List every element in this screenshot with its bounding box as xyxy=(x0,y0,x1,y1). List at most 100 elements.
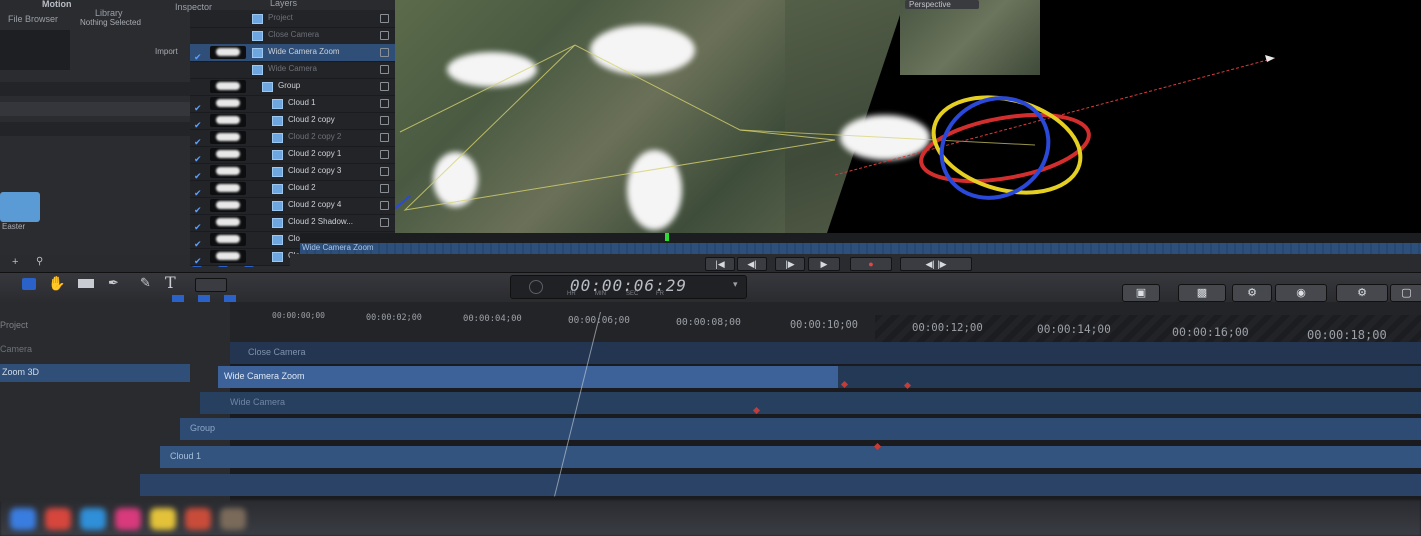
pen-tool-icon[interactable]: ✒ xyxy=(108,275,119,291)
layer-row[interactable]: Cloud 2 copy 3 xyxy=(190,163,395,181)
layer-visibility-checkbox[interactable] xyxy=(194,166,203,175)
layer-visibility-checkbox[interactable] xyxy=(194,183,203,192)
layer-visibility-checkbox[interactable] xyxy=(194,132,203,141)
layer-row[interactable]: Wide Camera Zoom xyxy=(190,44,395,62)
layout-button[interactable]: ▢ xyxy=(1390,284,1421,302)
mask-tool-icon[interactable] xyxy=(195,278,227,292)
layer-row[interactable]: Group xyxy=(190,78,395,96)
lock-icon[interactable] xyxy=(380,218,389,227)
app-menu[interactable]: Motion xyxy=(42,0,72,9)
track-wide-camera-zoom-tail[interactable] xyxy=(838,366,1421,388)
camera-button[interactable]: ▩ xyxy=(1178,284,1226,302)
dock-app-icon[interactable] xyxy=(115,508,141,530)
lock-icon[interactable] xyxy=(380,116,389,125)
layer-visibility-checkbox[interactable] xyxy=(194,217,203,226)
track-close-camera[interactable]: Close Camera xyxy=(230,342,1421,364)
camera-gizmo[interactable] xyxy=(395,0,1421,233)
step-back-button[interactable]: ◀| xyxy=(737,257,767,271)
lock-icon[interactable] xyxy=(380,99,389,108)
layer-visibility-checkbox[interactable] xyxy=(194,13,203,22)
tab-library[interactable]: Library xyxy=(95,8,123,18)
dock-app-icon[interactable] xyxy=(10,508,36,530)
track-group[interactable]: Group xyxy=(180,418,1421,440)
track-wide-camera-zoom[interactable]: Wide Camera Zoom xyxy=(218,366,838,388)
text-tool-icon[interactable]: T xyxy=(165,273,176,292)
lock-icon[interactable] xyxy=(380,48,389,57)
track-list-row[interactable]: Camera xyxy=(0,344,32,354)
add-icon[interactable]: + xyxy=(12,256,18,268)
lock-icon[interactable] xyxy=(380,133,389,142)
layer-row[interactable]: Cloud 2 Shadow... xyxy=(190,214,395,232)
dock-app-icon[interactable] xyxy=(185,508,211,530)
layer-visibility-checkbox[interactable] xyxy=(194,115,203,124)
layer-visibility-checkbox[interactable] xyxy=(194,200,203,209)
cloud-thumbnail-shape xyxy=(216,184,240,192)
lock-icon[interactable] xyxy=(380,167,389,176)
dock-app-icon[interactable] xyxy=(45,508,71,530)
layer-visibility-checkbox[interactable] xyxy=(194,64,203,73)
paint-tool-icon[interactable]: ✎ xyxy=(140,275,151,291)
layer-visibility-checkbox[interactable] xyxy=(194,47,203,56)
layer-visibility-checkbox[interactable] xyxy=(194,234,203,243)
library-list-row[interactable] xyxy=(0,122,190,136)
loop-controls[interactable]: ◀| |▶ xyxy=(900,257,972,271)
settings-gear-button[interactable]: ⚙ xyxy=(1336,284,1388,302)
tab-layers[interactable]: Layers xyxy=(270,0,297,8)
import-button[interactable]: Import xyxy=(155,47,178,56)
library-list-row[interactable] xyxy=(0,82,190,96)
lock-icon[interactable] xyxy=(380,65,389,74)
view-menu[interactable]: Perspective xyxy=(905,0,979,9)
clip-bar[interactable] xyxy=(300,243,1421,254)
dock-app-icon[interactable] xyxy=(150,508,176,530)
layer-row[interactable]: Cloud 2 copy 4 xyxy=(190,197,395,215)
track-wide-camera[interactable]: Wide Camera xyxy=(200,392,1421,414)
track-list-row[interactable]: Project xyxy=(0,320,28,330)
layer-row[interactable]: Cloud 2 copy 1 xyxy=(190,146,395,164)
hand-tool-icon[interactable]: ✋ xyxy=(48,275,65,292)
layer-row[interactable]: Cloud 2 xyxy=(190,180,395,198)
select-tool-icon[interactable] xyxy=(22,278,36,290)
layer-visibility-checkbox[interactable] xyxy=(194,98,203,107)
mini-timeline[interactable] xyxy=(300,233,1421,243)
lock-icon[interactable] xyxy=(380,201,389,210)
layer-visibility-checkbox[interactable] xyxy=(194,149,203,158)
timeline-track-list: Project Camera Zoom 3D xyxy=(0,302,230,502)
library-list-row[interactable] xyxy=(0,102,190,116)
playhead-marker[interactable] xyxy=(665,233,669,241)
shape-tool-icon[interactable] xyxy=(78,279,94,288)
layer-row[interactable]: Wide Camera xyxy=(190,61,395,79)
layer-row[interactable]: Project xyxy=(190,10,395,28)
track-row[interactable] xyxy=(140,474,1421,496)
canvas-viewer[interactable]: Perspective xyxy=(395,0,1421,233)
layer-row[interactable]: Cloud 1 xyxy=(190,95,395,113)
lock-icon[interactable] xyxy=(380,31,389,40)
chevron-down-icon[interactable]: ▾ xyxy=(733,279,738,290)
lock-icon[interactable] xyxy=(380,184,389,193)
filters-button[interactable]: ◉ xyxy=(1275,284,1327,302)
layer-visibility-checkbox[interactable] xyxy=(194,251,203,260)
lock-icon[interactable] xyxy=(380,150,389,159)
lock-icon[interactable] xyxy=(380,14,389,23)
layer-row[interactable]: Cloud 2 copy 2 xyxy=(190,129,395,147)
layer-row[interactable]: Close Camera xyxy=(190,27,395,45)
step-forward-button[interactable]: |▶ xyxy=(775,257,805,271)
go-to-start-button[interactable]: |◀ xyxy=(705,257,735,271)
behaviors-button[interactable]: ⚙ xyxy=(1232,284,1272,302)
track-cloud[interactable]: Cloud 1 xyxy=(160,446,1421,468)
layer-visibility-checkbox[interactable] xyxy=(194,81,203,90)
display-options-button[interactable]: ▣ xyxy=(1122,284,1160,302)
layer-row[interactable]: Cloud 2 copy xyxy=(190,112,395,130)
lock-icon[interactable] xyxy=(380,82,389,91)
layer-name: Cloud 2 copy 1 xyxy=(288,149,342,158)
record-button[interactable]: ● xyxy=(850,257,892,271)
play-button[interactable]: ▶ xyxy=(808,257,840,271)
layer-visibility-checkbox[interactable] xyxy=(194,30,203,39)
cloud-thumbnail-shape xyxy=(216,99,240,107)
layer-thumbnail xyxy=(210,114,246,127)
dock-app-icon[interactable] xyxy=(220,508,246,530)
dock-app-icon[interactable] xyxy=(80,508,106,530)
tab-file-browser[interactable]: File Browser xyxy=(8,14,58,24)
track-list-row-selected[interactable]: Zoom 3D xyxy=(0,364,190,382)
folder-icon[interactable] xyxy=(0,192,40,222)
search-icon[interactable]: ⚲ xyxy=(36,256,43,267)
